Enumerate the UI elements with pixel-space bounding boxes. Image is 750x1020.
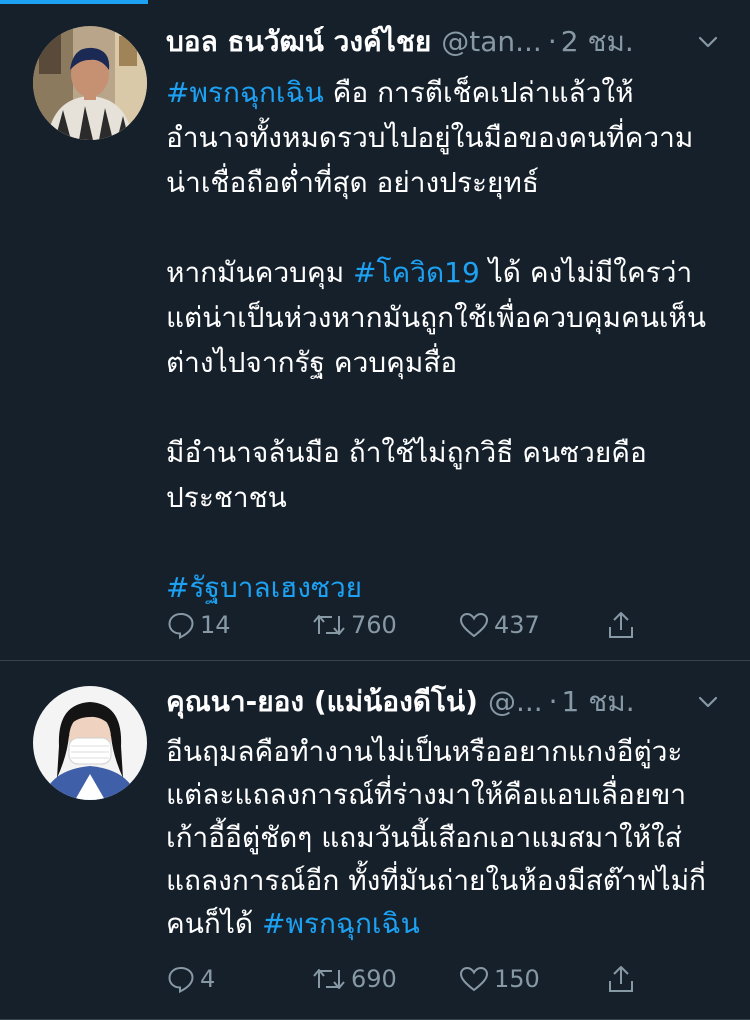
reply-button[interactable]: 4 [166,959,311,999]
separator-dot: · [548,685,558,718]
retweet-button[interactable]: 760 [311,605,458,645]
user-handle[interactable]: @tan... [441,18,542,66]
reply-icon [166,964,196,994]
hashtag-link[interactable]: #รัฐบาลเฮงซวย [166,571,362,604]
reply-icon [166,610,196,640]
tweet-text: อีนฤมลคือทำงานไม่เป็นหรืออยากแกงอีตู่วะ … [166,730,716,945]
avatar[interactable] [33,686,147,800]
hashtag-link[interactable]: #พรกฉุกเฉิน [166,76,324,109]
text-segment: มีอำนาจล้นมือ ถ้าใช้ไม่ถูกวิธี คนซวยคือป… [166,436,647,514]
reply-count: 4 [200,965,216,993]
heart-icon [458,610,490,640]
tweet[interactable]: บอล ธนวัฒน์ วงค์ไชย @tan... · 2 ชม. #พรก… [0,0,750,661]
tweet-text: #พรกฉุกเฉิน คือ การตีเช็คเปล่าแล้วให้อำน… [166,70,711,610]
chevron-down-icon[interactable] [696,690,720,714]
reply-count: 14 [200,611,231,639]
like-button[interactable]: 150 [458,959,606,999]
tweet-paragraph: #รัฐบาลเฮงซวย [166,565,711,610]
hashtag-link[interactable]: #โควิด19 [353,256,480,289]
share-icon [606,963,636,995]
tweet-actions: 14 760 437 [166,605,646,645]
share-icon [606,609,636,641]
text-segment: หากมันควบคุม [166,256,354,289]
like-count: 150 [494,965,540,993]
tweet-paragraph: หากมันควบคุม #โควิด19 ได้ คงไม่มีใครว่า … [166,250,711,385]
share-button[interactable] [606,605,646,645]
tweet-actions: 4 690 150 [166,959,646,999]
like-button[interactable]: 437 [458,605,606,645]
separator-dot: · [547,25,557,58]
share-button[interactable] [606,959,646,999]
hashtag-link[interactable]: #พรกฉุกเฉิน [262,907,420,940]
tweet-content: บอล ธนวัฒน์ วงค์ไชย @tan... · 2 ชม. #พรก… [166,18,720,610]
tweet-header: บอล ธนวัฒน์ วงค์ไชย @tan... · 2 ชม. [166,18,720,66]
tweet-paragraph: มีอำนาจล้นมือ ถ้าใช้ไม่ถูกวิธี คนซวยคือป… [166,430,711,520]
tweet-header: คุณนา-ยอง (แม่น้องดีโน่) @... · 1 ชม. [166,678,720,726]
text-segment: อีนฤมลคือทำงานไม่เป็นหรืออยากแกงอีตู่วะ … [166,735,706,940]
chevron-down-icon[interactable] [696,30,720,54]
tweet-time[interactable]: 2 ชม. [561,18,634,66]
display-name[interactable]: คุณนา-ยอง (แม่น้องดีโน่) [166,678,478,726]
retweet-count: 760 [351,611,397,639]
avatar[interactable] [33,26,147,140]
display-name[interactable]: บอล ธนวัฒน์ วงค์ไชย [166,18,431,66]
tweet-paragraph: #พรกฉุกเฉิน คือ การตีเช็คเปล่าแล้วให้อำน… [166,70,711,205]
tweet-time[interactable]: 1 ชม. [562,678,635,726]
tweet[interactable]: คุณนา-ยอง (แม่น้องดีโน่) @... · 1 ชม. อี… [0,662,750,1020]
tweet-paragraph: อีนฤมลคือทำงานไม่เป็นหรืออยากแกงอีตู่วะ … [166,730,716,945]
tweet-content: คุณนา-ยอง (แม่น้องดีโน่) @... · 1 ชม. อี… [166,678,720,945]
like-count: 437 [494,611,540,639]
retweet-count: 690 [351,965,397,993]
reply-button[interactable]: 14 [166,605,311,645]
user-handle[interactable]: @... [488,678,543,726]
retweet-icon [311,610,347,640]
retweet-button[interactable]: 690 [311,959,458,999]
heart-icon [458,964,490,994]
retweet-icon [311,964,347,994]
